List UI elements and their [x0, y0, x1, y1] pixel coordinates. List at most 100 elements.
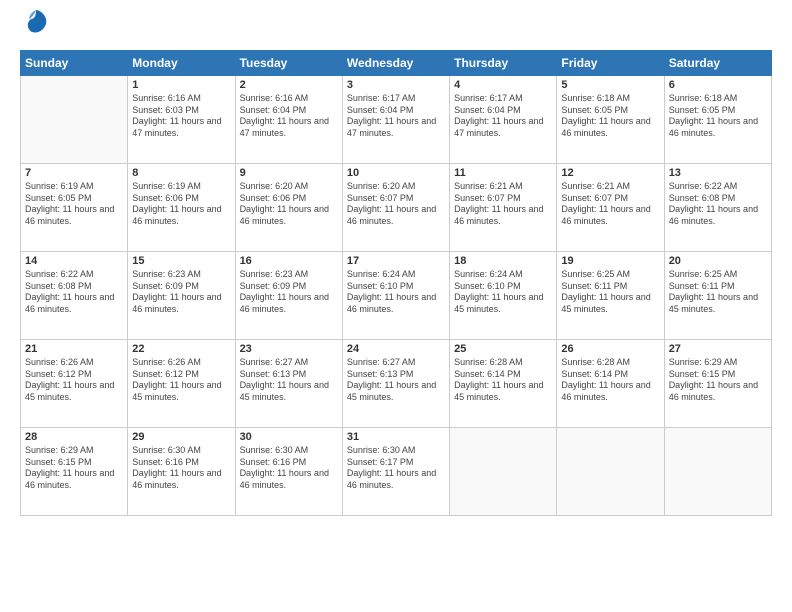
table-row: 2Sunrise: 6:16 AMSunset: 6:04 PMDaylight…: [235, 76, 342, 164]
cell-info: Sunrise: 6:18 AMSunset: 6:05 PMDaylight:…: [561, 93, 659, 140]
cell-info: Sunrise: 6:25 AMSunset: 6:11 PMDaylight:…: [561, 269, 659, 316]
table-row: 3 Sunrise: 6:17 AMSunset: 6:04 PMDaylight…: [342, 76, 449, 164]
day-number: 8: [132, 167, 230, 179]
table-row: 7 Sunrise: 6:19 AMSunset: 6:05 PMDaylight…: [21, 164, 128, 252]
table-row: 4 Sunrise: 6:17 AMSunset: 6:04 PMDaylight…: [450, 76, 557, 164]
table-row: 22Sunrise: 6:26 AMSunset: 6:12 PMDayligh…: [128, 340, 235, 428]
cell-info: Sunrise: 6:23 AMSunset: 6:09 PMDaylight:…: [240, 269, 338, 316]
table-row: 24 Sunrise: 6:27 AMSunset: 6:13 PMDayligh…: [342, 340, 449, 428]
col-saturday: Saturday: [664, 51, 771, 76]
logo-bird-icon: [22, 8, 50, 40]
cell-info: Sunrise: 6:27 AMSunset: 6:13 PMDaylight:…: [240, 357, 338, 404]
table-row: 11 Sunrise: 6:21 AMSunset: 6:07 PMDayligh…: [450, 164, 557, 252]
table-row: 27 Sunrise: 6:29 AMSunset: 6:15 PMDayligh…: [664, 340, 771, 428]
cell-info: Sunrise: 6:25 AMSunset: 6:11 PMDaylight:…: [669, 269, 767, 316]
table-row: 17 Sunrise: 6:24 AMSunset: 6:10 PMDayligh…: [342, 252, 449, 340]
cell-info: Sunrise: 6:19 AMSunset: 6:06 PMDaylight:…: [132, 181, 230, 228]
cell-info: Sunrise: 6:19 AMSunset: 6:05 PMDaylight:…: [25, 181, 123, 228]
cell-info: Sunrise: 6:27 AMSunset: 6:13 PMDaylight:…: [347, 357, 445, 404]
cell-info: Sunrise: 6:21 AMSunset: 6:07 PMDaylight:…: [454, 181, 552, 228]
cell-info: Sunrise: 6:17 AMSunset: 6:04 PMDaylight:…: [347, 93, 445, 140]
table-row: [21, 76, 128, 164]
table-row: 31 Sunrise: 6:30 AMSunset: 6:17 PMDayligh…: [342, 428, 449, 516]
table-row: 10 Sunrise: 6:20 AMSunset: 6:07 PMDayligh…: [342, 164, 449, 252]
day-number: 25: [454, 343, 552, 355]
day-number: 17: [347, 255, 445, 267]
cell-info: Sunrise: 6:24 AMSunset: 6:10 PMDaylight:…: [347, 269, 445, 316]
table-row: 26Sunrise: 6:28 AMSunset: 6:14 PMDayligh…: [557, 340, 664, 428]
weekday-header-row: Sunday Monday Tuesday Wednesday Thursday…: [21, 51, 772, 76]
cell-info: Sunrise: 6:16 AMSunset: 6:03 PMDaylight:…: [132, 93, 230, 140]
cell-info: Sunrise: 6:22 AMSunset: 6:08 PMDaylight:…: [25, 269, 123, 316]
col-thursday: Thursday: [450, 51, 557, 76]
day-number: 29: [132, 431, 230, 443]
day-number: 1: [132, 79, 230, 91]
day-number: 22: [132, 343, 230, 355]
day-number: 31: [347, 431, 445, 443]
day-number: 11: [454, 167, 552, 179]
cell-info: Sunrise: 6:18 AMSunset: 6:05 PMDaylight:…: [669, 93, 767, 140]
calendar-body: 1 Sunrise: 6:16 AMSunset: 6:03 PMDaylight…: [21, 76, 772, 516]
day-number: 4: [454, 79, 552, 91]
day-number: 24: [347, 343, 445, 355]
cell-info: Sunrise: 6:24 AMSunset: 6:10 PMDaylight:…: [454, 269, 552, 316]
col-sunday: Sunday: [21, 51, 128, 76]
table-row: 25Sunrise: 6:28 AMSunset: 6:14 PMDayligh…: [450, 340, 557, 428]
day-number: 13: [669, 167, 767, 179]
table-row: 30 Sunrise: 6:30 AMSunset: 6:16 PMDayligh…: [235, 428, 342, 516]
day-number: 18: [454, 255, 552, 267]
table-row: 12Sunrise: 6:21 AMSunset: 6:07 PMDayligh…: [557, 164, 664, 252]
day-number: 12: [561, 167, 659, 179]
day-number: 20: [669, 255, 767, 267]
header: [20, 16, 772, 40]
day-number: 10: [347, 167, 445, 179]
cell-info: Sunrise: 6:20 AMSunset: 6:07 PMDaylight:…: [347, 181, 445, 228]
day-number: 6: [669, 79, 767, 91]
cell-info: Sunrise: 6:30 AMSunset: 6:17 PMDaylight:…: [347, 445, 445, 492]
col-monday: Monday: [128, 51, 235, 76]
table-row: 1 Sunrise: 6:16 AMSunset: 6:03 PMDaylight…: [128, 76, 235, 164]
cell-info: Sunrise: 6:26 AMSunset: 6:12 PMDaylight:…: [25, 357, 123, 404]
table-row: 21 Sunrise: 6:26 AMSunset: 6:12 PMDayligh…: [21, 340, 128, 428]
cell-info: Sunrise: 6:30 AMSunset: 6:16 PMDaylight:…: [240, 445, 338, 492]
page: Sunday Monday Tuesday Wednesday Thursday…: [0, 0, 792, 612]
calendar-header: Sunday Monday Tuesday Wednesday Thursday…: [21, 51, 772, 76]
table-row: 19Sunrise: 6:25 AMSunset: 6:11 PMDayligh…: [557, 252, 664, 340]
table-row: 20 Sunrise: 6:25 AMSunset: 6:11 PMDayligh…: [664, 252, 771, 340]
day-number: 30: [240, 431, 338, 443]
calendar-week-row: 21 Sunrise: 6:26 AMSunset: 6:12 PMDayligh…: [21, 340, 772, 428]
cell-info: Sunrise: 6:17 AMSunset: 6:04 PMDaylight:…: [454, 93, 552, 140]
day-number: 14: [25, 255, 123, 267]
day-number: 3: [347, 79, 445, 91]
table-row: 5 Sunrise: 6:18 AMSunset: 6:05 PMDaylight…: [557, 76, 664, 164]
logo: [20, 16, 50, 40]
col-tuesday: Tuesday: [235, 51, 342, 76]
table-row: 8 Sunrise: 6:19 AMSunset: 6:06 PMDaylight…: [128, 164, 235, 252]
table-row: 14 Sunrise: 6:22 AMSunset: 6:08 PMDayligh…: [21, 252, 128, 340]
calendar-table: Sunday Monday Tuesday Wednesday Thursday…: [20, 50, 772, 516]
table-row: 29Sunrise: 6:30 AMSunset: 6:16 PMDayligh…: [128, 428, 235, 516]
cell-info: Sunrise: 6:20 AMSunset: 6:06 PMDaylight:…: [240, 181, 338, 228]
day-number: 7: [25, 167, 123, 179]
cell-info: Sunrise: 6:29 AMSunset: 6:15 PMDaylight:…: [25, 445, 123, 492]
col-friday: Friday: [557, 51, 664, 76]
cell-info: Sunrise: 6:29 AMSunset: 6:15 PMDaylight:…: [669, 357, 767, 404]
day-number: 16: [240, 255, 338, 267]
calendar-week-row: 28Sunrise: 6:29 AMSunset: 6:15 PMDayligh…: [21, 428, 772, 516]
day-number: 23: [240, 343, 338, 355]
day-number: 15: [132, 255, 230, 267]
table-row: 15Sunrise: 6:23 AMSunset: 6:09 PMDayligh…: [128, 252, 235, 340]
table-row: 6 Sunrise: 6:18 AMSunset: 6:05 PMDaylight…: [664, 76, 771, 164]
cell-info: Sunrise: 6:22 AMSunset: 6:08 PMDaylight:…: [669, 181, 767, 228]
day-number: 2: [240, 79, 338, 91]
table-row: [557, 428, 664, 516]
day-number: 21: [25, 343, 123, 355]
day-number: 27: [669, 343, 767, 355]
calendar-week-row: 14 Sunrise: 6:22 AMSunset: 6:08 PMDayligh…: [21, 252, 772, 340]
table-row: [450, 428, 557, 516]
day-number: 5: [561, 79, 659, 91]
table-row: 16 Sunrise: 6:23 AMSunset: 6:09 PMDayligh…: [235, 252, 342, 340]
table-row: 9Sunrise: 6:20 AMSunset: 6:06 PMDaylight…: [235, 164, 342, 252]
table-row: 18 Sunrise: 6:24 AMSunset: 6:10 PMDayligh…: [450, 252, 557, 340]
table-row: 28Sunrise: 6:29 AMSunset: 6:15 PMDayligh…: [21, 428, 128, 516]
